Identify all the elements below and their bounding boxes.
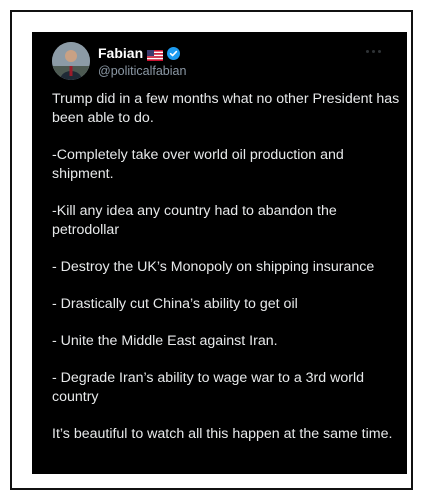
author-block: Fabian @politicalfabian	[98, 45, 186, 78]
more-options-icon[interactable]	[366, 50, 382, 54]
tweet-paragraph: Trump did in a few months what no other …	[52, 91, 400, 126]
tweet-paragraph: -Completely take over world oil producti…	[52, 147, 344, 182]
tweet-paragraph: It’s beautiful to watch all this happen …	[52, 426, 393, 442]
tweet-header: Fabian @politicalfabian	[52, 42, 382, 82]
author-handle[interactable]: @politicalfabian	[98, 64, 186, 78]
avatar[interactable]	[52, 42, 90, 80]
screenshot-frame: Fabian @politicalfabian Trump did in a f…	[10, 10, 413, 490]
name-row: Fabian	[98, 45, 186, 61]
verified-badge-icon	[167, 46, 181, 60]
tweet-paragraph: - Degrade Iran’s ability to wage war to …	[52, 370, 365, 405]
tweet-paragraph: - Destroy the UK’s Monopoly on shipping …	[52, 259, 375, 275]
author-display-name[interactable]: Fabian	[98, 45, 143, 61]
tweet-body: Trump did in a few months what no other …	[52, 90, 400, 444]
us-flag-icon	[147, 48, 164, 61]
tweet-card: Fabian @politicalfabian Trump did in a f…	[32, 32, 407, 474]
tweet-paragraph: - Unite the Middle East against Iran.	[52, 333, 278, 349]
tweet-paragraph: -Kill any idea any country had to abando…	[52, 203, 337, 238]
tweet-paragraph: - Drastically cut China’s ability to get…	[52, 296, 298, 312]
